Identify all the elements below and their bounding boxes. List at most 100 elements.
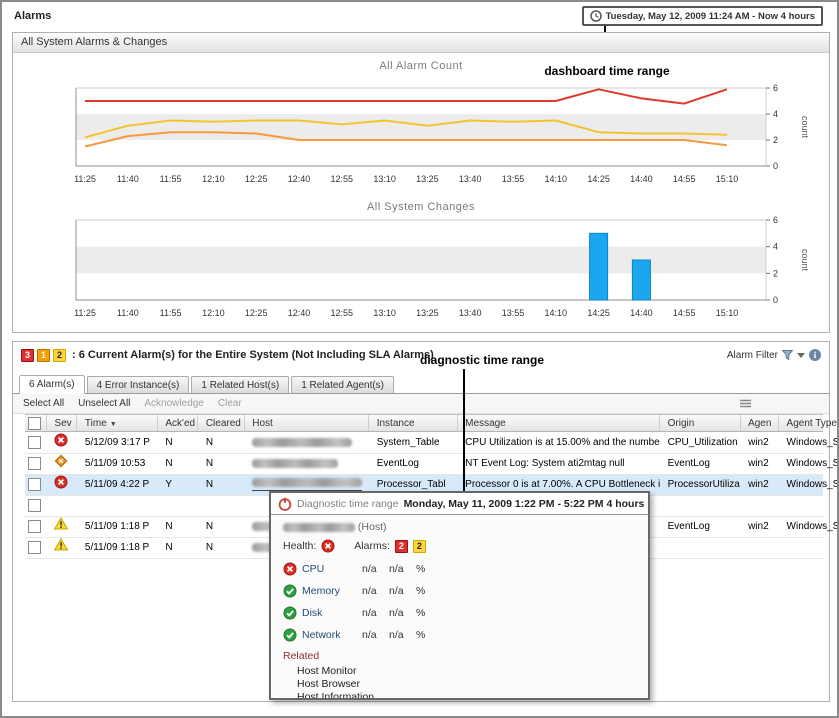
column-message[interactable]: Message xyxy=(462,415,660,431)
column-cleared[interactable]: Cleared xyxy=(203,415,245,431)
redacted-host-name xyxy=(283,523,355,532)
row-checkbox[interactable] xyxy=(28,457,41,470)
metric-value-1: n/a xyxy=(362,585,384,597)
column-agent[interactable]: Agen xyxy=(745,415,779,431)
x-tick-label: 15:10 xyxy=(716,308,739,318)
metric-status-icon xyxy=(283,562,297,576)
severity-icon xyxy=(51,433,77,447)
alarm-filter[interactable]: Alarm Filter i xyxy=(727,349,821,361)
select-all-checkbox[interactable] xyxy=(28,417,41,430)
column-host[interactable]: Host xyxy=(249,415,369,431)
metric-name[interactable]: Disk xyxy=(302,607,357,619)
table-header: Sev Time▼ Ack'ed Cleared Host Instance M… xyxy=(25,414,823,432)
host-link[interactable] xyxy=(252,478,362,491)
series-critical xyxy=(85,89,727,103)
metric-row: Disk n/a n/a % xyxy=(283,606,636,620)
alarm-count-chart: 0246count11:2511:4011:5512:1012:2512:401… xyxy=(21,83,821,190)
agent-cell: win2 xyxy=(745,475,779,495)
x-tick-label: 12:55 xyxy=(331,174,354,184)
agent-cell: win2 xyxy=(745,454,779,474)
column-time[interactable]: Time▼ xyxy=(82,415,158,431)
x-tick-label: 14:10 xyxy=(545,174,568,184)
x-tick-label: 15:10 xyxy=(716,174,739,184)
column-agent-type[interactable]: Agent Type xyxy=(784,415,839,431)
x-tick-label: 12:10 xyxy=(202,174,225,184)
table-row[interactable]: 5/11/09 10:53 N N EventLog NT Event Log:… xyxy=(25,454,823,475)
agent-type-cell: Windows_Syst xyxy=(784,475,839,495)
tooltip-critical-badge[interactable]: 2 xyxy=(395,540,408,553)
host-cell[interactable] xyxy=(249,433,369,453)
y-tick-label: 4 xyxy=(773,109,778,119)
link-host-browser[interactable]: Host Browser xyxy=(283,678,636,691)
metric-name[interactable]: Memory xyxy=(302,585,357,597)
x-tick-label: 13:10 xyxy=(373,308,396,318)
y-tick-label: 2 xyxy=(773,268,778,278)
tooltip-body: (Host) Health: Alarms: 2 2 CPU n/a n/a %… xyxy=(271,515,648,700)
cleared-cell: N xyxy=(203,454,245,474)
column-acked[interactable]: Ack'ed xyxy=(162,415,198,431)
tab-bar: 6 Alarm(s) 4 Error Instance(s) 1 Related… xyxy=(13,373,829,394)
y-tick-label: 4 xyxy=(773,242,778,252)
metric-status-icon xyxy=(283,584,297,598)
acked-cell: N xyxy=(162,517,198,537)
row-checkbox[interactable] xyxy=(28,436,41,449)
cleared-cell: N xyxy=(203,475,245,495)
cleared-cell: N xyxy=(203,538,245,558)
agent-cell: win2 xyxy=(745,433,779,453)
chevron-down-icon[interactable] xyxy=(797,353,805,358)
metric-status-icon xyxy=(283,628,297,642)
metric-value-1: n/a xyxy=(362,563,384,575)
cleared-cell: N xyxy=(203,517,245,537)
redacted-host xyxy=(252,459,338,468)
page-title: Alarms xyxy=(14,10,51,22)
warning-count-badge: 2 xyxy=(53,349,66,362)
redacted-host xyxy=(252,438,352,447)
message-cell: NT Event Log: System ati2mtag null xyxy=(462,454,660,474)
metrics-list: CPU n/a n/a % Memory n/a n/a % Disk n/a … xyxy=(283,562,636,642)
clear-button[interactable]: Clear xyxy=(218,398,242,409)
x-tick-label: 12:40 xyxy=(288,174,311,184)
x-tick-label: 14:25 xyxy=(587,174,610,184)
x-tick-label: 14:40 xyxy=(630,174,653,184)
unselect-all-button[interactable]: Unselect All xyxy=(78,398,130,409)
tab-related-hosts[interactable]: 1 Related Host(s) xyxy=(191,376,289,393)
info-icon[interactable]: i xyxy=(809,349,821,361)
diagnostic-range-label: Diagnostic time range xyxy=(297,498,399,510)
metric-row: Memory n/a n/a % xyxy=(283,584,636,598)
table-customizer-icon[interactable] xyxy=(740,399,751,408)
x-tick-label: 13:25 xyxy=(416,308,439,318)
metric-status-icon xyxy=(283,606,297,620)
redacted-host xyxy=(252,478,362,487)
column-sev[interactable]: Sev xyxy=(51,415,77,431)
bar xyxy=(590,233,608,300)
row-checkbox[interactable] xyxy=(28,478,41,491)
tab-related-agents[interactable]: 1 Related Agent(s) xyxy=(291,376,394,393)
select-all-button[interactable]: Select All xyxy=(23,398,64,409)
bar xyxy=(632,260,650,300)
time-cell: 5/11/09 4:22 P xyxy=(82,475,158,495)
severity-icon xyxy=(51,475,77,489)
dashboard-time-range-selector[interactable]: Tuesday, May 12, 2009 11:24 AM - Now 4 h… xyxy=(582,6,823,26)
x-tick-label: 11:55 xyxy=(160,308,182,318)
time-cell: 5/12/09 3:17 P xyxy=(82,433,158,453)
column-origin[interactable]: Origin xyxy=(665,415,741,431)
link-host-monitor[interactable]: Host Monitor xyxy=(283,665,636,678)
acknowledge-button[interactable]: Acknowledge xyxy=(144,398,203,409)
critical-count-badge: 3 xyxy=(21,349,34,362)
link-host-information[interactable]: Host Information xyxy=(283,691,636,700)
x-tick-label: 12:25 xyxy=(245,174,268,184)
x-tick-label: 11:40 xyxy=(117,308,139,318)
tab-alarms[interactable]: 6 Alarm(s) xyxy=(19,375,85,394)
table-row[interactable]: 5/12/09 3:17 P N N System_Table CPU Util… xyxy=(25,433,823,454)
tooltip-warning-badge[interactable]: 2 xyxy=(413,540,426,553)
row-checkbox[interactable] xyxy=(28,499,41,512)
host-cell[interactable] xyxy=(249,454,369,474)
metric-name[interactable]: CPU xyxy=(302,563,357,575)
column-instance[interactable]: Instance xyxy=(374,415,458,431)
x-tick-label: 13:10 xyxy=(373,174,396,184)
row-checkbox[interactable] xyxy=(28,541,41,554)
metric-name[interactable]: Network xyxy=(302,629,357,641)
metric-unit: % xyxy=(416,563,425,575)
tab-error-instances[interactable]: 4 Error Instance(s) xyxy=(87,376,190,393)
row-checkbox[interactable] xyxy=(28,520,41,533)
